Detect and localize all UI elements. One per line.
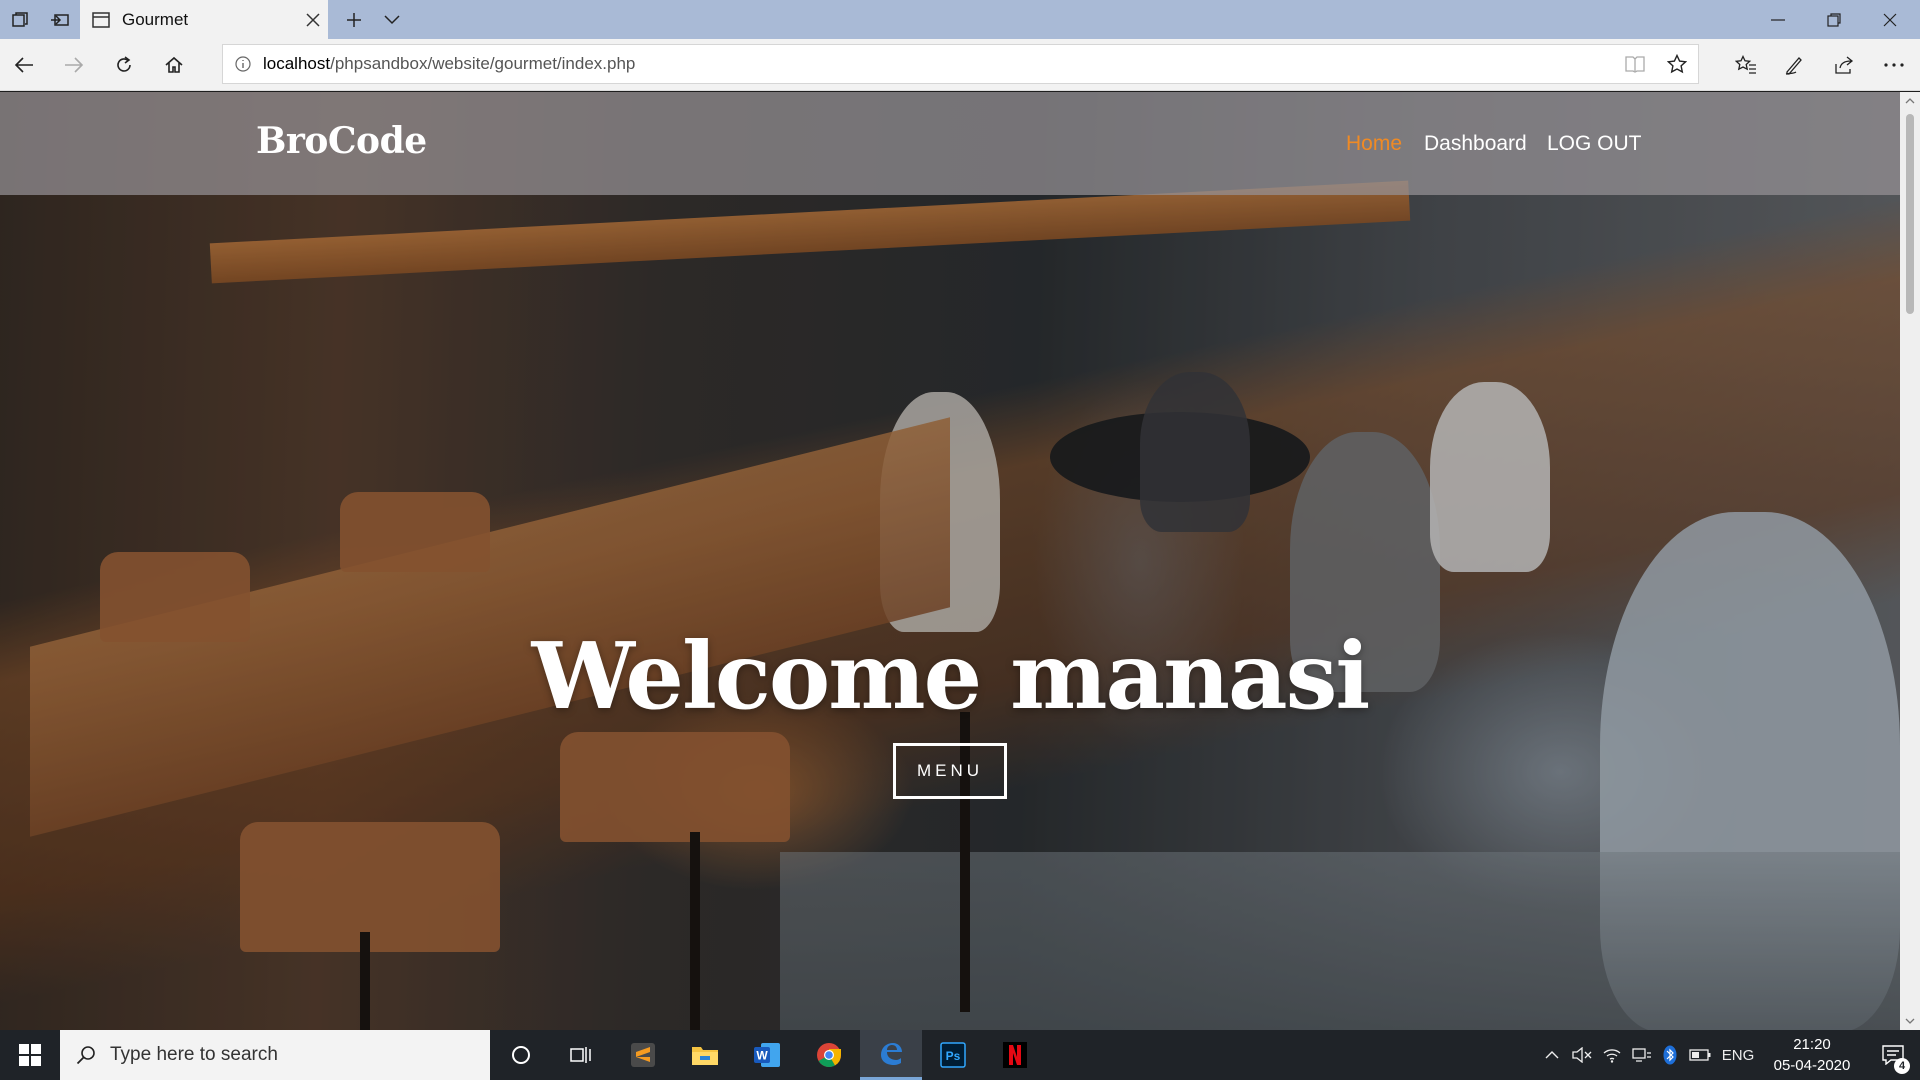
page-icon: [92, 11, 110, 28]
home-icon[interactable]: [150, 39, 198, 91]
share-icon[interactable]: [1820, 39, 1868, 91]
taskbar-search-box[interactable]: Type here to search: [60, 1030, 490, 1080]
tab-preview-chevron-icon[interactable]: [372, 0, 412, 39]
back-icon[interactable]: [0, 39, 48, 91]
scroll-up-icon[interactable]: [1900, 92, 1920, 110]
address-bar[interactable]: localhost/phpsandbox/website/gourmet/ind…: [222, 44, 1699, 84]
favorite-star-icon[interactable]: [1656, 45, 1698, 83]
project-display-icon[interactable]: [1628, 1030, 1656, 1080]
nav-link-logout[interactable]: LOG OUT: [1547, 132, 1642, 156]
search-placeholder: Type here to search: [110, 1044, 278, 1065]
tab-gourmet[interactable]: Gourmet: [80, 0, 328, 39]
edge-icon[interactable]: [860, 1030, 922, 1080]
site-info-icon[interactable]: [223, 45, 263, 83]
url-host: localhost: [263, 54, 331, 73]
clock-time: 21:20: [1793, 1036, 1831, 1053]
web-note-icon[interactable]: [1770, 39, 1818, 91]
site-logo[interactable]: BroCode: [256, 120, 427, 162]
hero-overlay: [0, 92, 1900, 1030]
search-icon: [76, 1046, 95, 1065]
hero-title: Welcome manasi: [531, 622, 1371, 730]
netflix-icon[interactable]: [984, 1030, 1046, 1080]
close-window-icon[interactable]: [1862, 0, 1918, 39]
browser-tab-strip: Gourmet: [0, 0, 1920, 39]
clock-date: 05-04-2020: [1773, 1057, 1851, 1074]
scrollbar-thumb[interactable]: [1906, 114, 1914, 314]
browser-toolbar: localhost/phpsandbox/website/gourmet/ind…: [0, 39, 1920, 91]
reading-view-icon[interactable]: [1614, 45, 1656, 83]
bluetooth-icon[interactable]: [1658, 1030, 1682, 1080]
svg-text:Ps: Ps: [946, 1049, 961, 1063]
notification-count-badge: 4: [1894, 1058, 1910, 1074]
show-hidden-icons-icon[interactable]: [1540, 1030, 1564, 1080]
new-tab-icon[interactable]: [334, 0, 374, 39]
page-scrollbar[interactable]: [1900, 92, 1920, 1030]
wifi-icon[interactable]: [1598, 1030, 1626, 1080]
tab-list-icon[interactable]: [0, 0, 40, 39]
menu-button[interactable]: MENU: [893, 743, 1007, 799]
svg-text:W: W: [756, 1049, 768, 1063]
tab-title: Gourmet: [122, 9, 189, 29]
set-tabs-aside-icon[interactable]: [40, 0, 80, 39]
windows-taskbar: Type here to search W Ps ENG 21:20 05-04…: [0, 1030, 1920, 1080]
task-view-icon[interactable]: [550, 1030, 612, 1080]
forward-icon[interactable]: [50, 39, 98, 91]
chrome-icon[interactable]: [798, 1030, 860, 1080]
url-text: localhost/phpsandbox/website/gourmet/ind…: [263, 54, 1614, 74]
site-header: BroCode Home Dashboard LOG OUT: [0, 92, 1900, 195]
volume-muted-icon[interactable]: [1568, 1030, 1596, 1080]
close-tab-icon[interactable]: [298, 0, 328, 39]
system-clock[interactable]: 21:20 05-04-2020: [1762, 1034, 1862, 1076]
nav-link-home[interactable]: Home: [1346, 132, 1402, 156]
restore-icon[interactable]: [1806, 0, 1862, 39]
sublime-text-icon[interactable]: [612, 1030, 674, 1080]
word-icon[interactable]: W: [736, 1030, 798, 1080]
favorites-hub-icon[interactable]: [1722, 39, 1770, 91]
windows-start-icon[interactable]: [0, 1030, 60, 1080]
cortana-icon[interactable]: [490, 1030, 552, 1080]
input-language[interactable]: ENG: [1718, 1030, 1758, 1080]
refresh-icon[interactable]: [100, 39, 148, 91]
scroll-down-icon[interactable]: [1900, 1012, 1920, 1030]
web-page: BroCode Home Dashboard LOG OUT Welcome m…: [0, 92, 1900, 1030]
url-path: /phpsandbox/website/gourmet/index.php: [330, 54, 636, 73]
photoshop-icon[interactable]: Ps: [922, 1030, 984, 1080]
file-explorer-icon[interactable]: [674, 1030, 736, 1080]
minimize-icon[interactable]: [1750, 0, 1806, 39]
battery-icon[interactable]: [1686, 1030, 1714, 1080]
action-center-icon[interactable]: 4: [1866, 1030, 1920, 1080]
more-options-icon[interactable]: [1870, 39, 1918, 91]
nav-link-dashboard[interactable]: Dashboard: [1424, 132, 1527, 156]
